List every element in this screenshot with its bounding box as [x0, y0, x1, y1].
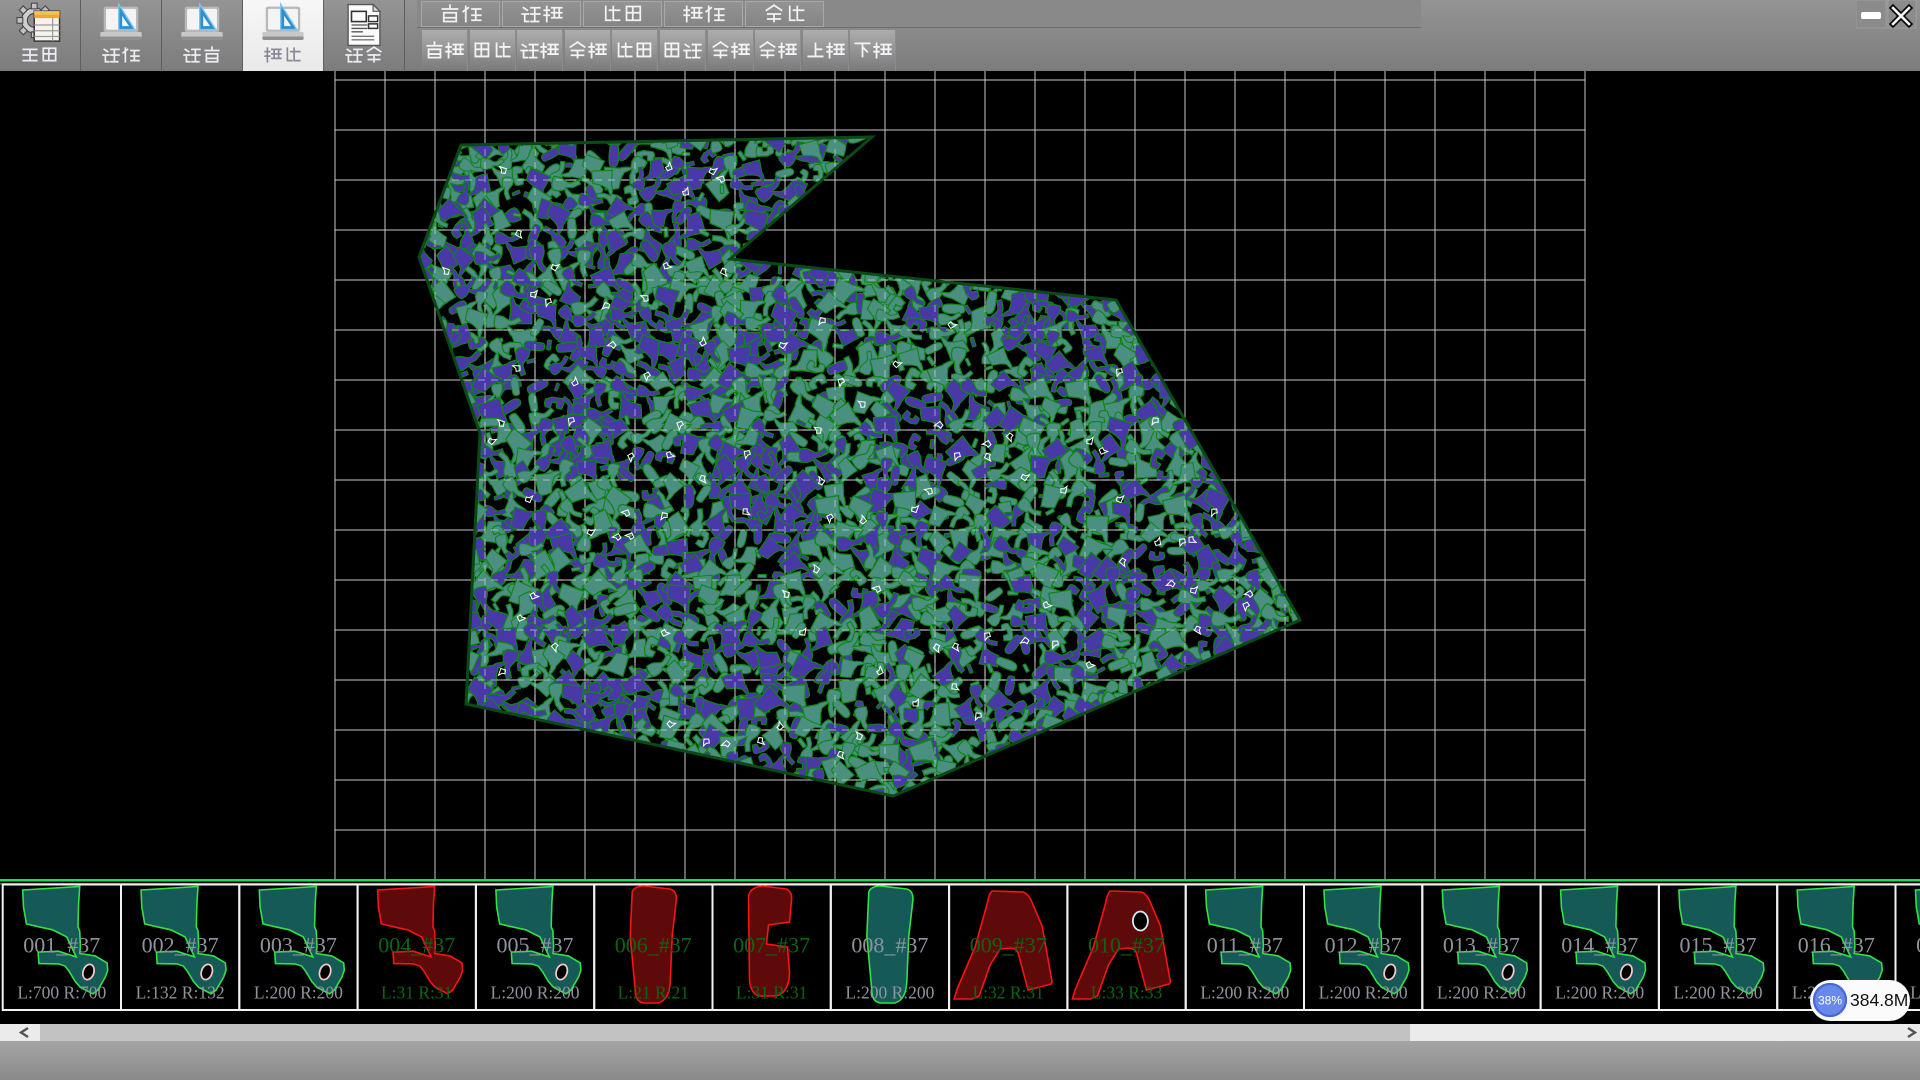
svg-text:006_#37: 006_#37 — [615, 933, 692, 958]
svg-text:384.8M: 384.8M — [1850, 990, 1908, 1010]
svg-text:003_#37: 003_#37 — [260, 933, 337, 958]
svg-text:008_#37: 008_#37 — [851, 933, 928, 958]
svg-text:L:132 R:132: L:132 R:132 — [136, 983, 225, 1003]
svg-text:L:200 R:200: L:200 R:200 — [1437, 983, 1526, 1003]
svg-text:012_#37: 012_#37 — [1325, 933, 1402, 958]
svg-text:001_#37: 001_#37 — [23, 933, 100, 958]
svg-text:011_#37: 011_#37 — [1207, 933, 1283, 958]
svg-text:L:32 R:31: L:32 R:31 — [972, 983, 1043, 1003]
svg-text:L:200 R:200: L:200 R:200 — [1319, 983, 1408, 1003]
svg-text:L:31 R:31: L:31 R:31 — [736, 983, 807, 1003]
svg-text:005_#37: 005_#37 — [497, 933, 574, 958]
svg-text:007_#37: 007_#37 — [733, 933, 810, 958]
svg-text:L:200 R:200: L:200 R:200 — [254, 983, 343, 1003]
svg-text:014_#37: 014_#37 — [1561, 933, 1638, 958]
svg-text:016_#37: 016_#37 — [1798, 933, 1875, 958]
svg-text:004_#37: 004_#37 — [378, 933, 455, 958]
svg-text:38%: 38% — [1818, 994, 1842, 1008]
svg-text:L:200 R:200: L:200 R:200 — [1555, 983, 1644, 1003]
svg-text:L:700 R:700: L:700 R:700 — [17, 983, 106, 1003]
svg-text:L:200 R:200: L:200 R:200 — [1674, 983, 1763, 1003]
svg-text:013_#37: 013_#37 — [1443, 933, 1520, 958]
svg-text:L:200 R:200: L:200 R:200 — [845, 983, 934, 1003]
svg-text:017_#37: 017_#37 — [1916, 933, 1920, 958]
svg-text:002_#37: 002_#37 — [142, 933, 219, 958]
svg-text:010_#37: 010_#37 — [1088, 933, 1165, 958]
svg-text:L:200 R:200: L:200 R:200 — [1200, 983, 1289, 1003]
svg-text:015_#37: 015_#37 — [1680, 933, 1757, 958]
svg-text:L:200 R:200: L:200 R:200 — [1910, 983, 1920, 1003]
svg-text:L:200 R:200: L:200 R:200 — [491, 983, 580, 1003]
svg-text:009_#37: 009_#37 — [970, 933, 1047, 958]
svg-text:L:21 R:21: L:21 R:21 — [618, 983, 689, 1003]
svg-text:L:33 R:33: L:33 R:33 — [1091, 983, 1163, 1003]
svg-text:L:31 R:31: L:31 R:31 — [381, 983, 452, 1003]
